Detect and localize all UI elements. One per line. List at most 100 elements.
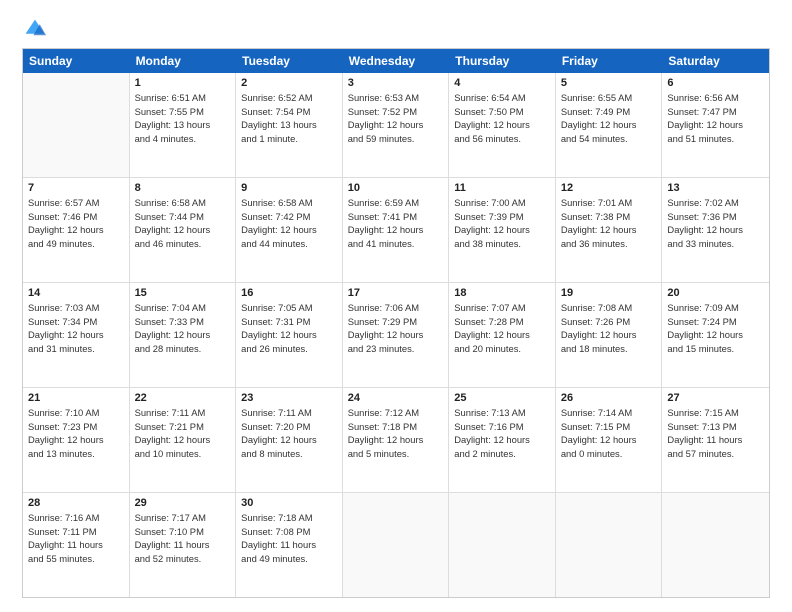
cell-line: Daylight: 11 hours — [241, 538, 337, 552]
day-number: 30 — [241, 497, 337, 509]
cell-line: Sunset: 7:55 PM — [135, 105, 231, 119]
cell-line: Daylight: 12 hours — [561, 118, 657, 132]
cal-cell: 5 Sunrise: 6:55 AMSunset: 7:49 PMDaylight… — [556, 73, 663, 177]
cell-line: Sunset: 7:41 PM — [348, 210, 444, 224]
cal-cell: 19Sunrise: 7:08 AMSunset: 7:26 PMDayligh… — [556, 283, 663, 387]
cell-line: Sunrise: 7:03 AM — [28, 301, 124, 315]
cell-line: and 1 minute. — [241, 132, 337, 146]
day-number: 22 — [135, 392, 231, 404]
cell-line: Sunrise: 7:10 AM — [28, 406, 124, 420]
day-number: 11 — [454, 182, 550, 194]
cell-line: Daylight: 12 hours — [561, 433, 657, 447]
cell-line: Sunset: 7:28 PM — [454, 315, 550, 329]
header — [22, 18, 770, 40]
cell-line: Sunrise: 7:18 AM — [241, 511, 337, 525]
day-number: 15 — [135, 287, 231, 299]
cal-header-saturday: Saturday — [662, 49, 769, 73]
day-number: 25 — [454, 392, 550, 404]
cell-line: Sunrise: 6:55 AM — [561, 91, 657, 105]
cal-cell: 28Sunrise: 7:16 AMSunset: 7:11 PMDayligh… — [23, 493, 130, 597]
cal-week-3: 14Sunrise: 7:03 AMSunset: 7:34 PMDayligh… — [23, 283, 769, 388]
day-number: 16 — [241, 287, 337, 299]
cell-line: and 44 minutes. — [241, 237, 337, 251]
cell-line: and 56 minutes. — [454, 132, 550, 146]
cell-line: Daylight: 13 hours — [135, 118, 231, 132]
cell-line: Sunrise: 7:16 AM — [28, 511, 124, 525]
cal-cell — [449, 493, 556, 597]
cell-line: Sunrise: 6:54 AM — [454, 91, 550, 105]
cell-line: Sunrise: 7:00 AM — [454, 196, 550, 210]
cell-line: and 36 minutes. — [561, 237, 657, 251]
cell-line: Sunset: 7:44 PM — [135, 210, 231, 224]
cell-line: and 15 minutes. — [667, 342, 764, 356]
cell-line: Daylight: 12 hours — [561, 328, 657, 342]
cell-line: and 59 minutes. — [348, 132, 444, 146]
cell-line: Sunset: 7:54 PM — [241, 105, 337, 119]
cell-line: and 4 minutes. — [135, 132, 231, 146]
day-number: 19 — [561, 287, 657, 299]
cell-line: Daylight: 12 hours — [135, 328, 231, 342]
cell-line: and 33 minutes. — [667, 237, 764, 251]
cell-line: Sunrise: 6:51 AM — [135, 91, 231, 105]
cal-header-tuesday: Tuesday — [236, 49, 343, 73]
cell-line: Sunset: 7:42 PM — [241, 210, 337, 224]
day-number: 24 — [348, 392, 444, 404]
cell-line: Sunset: 7:34 PM — [28, 315, 124, 329]
cal-header-friday: Friday — [556, 49, 663, 73]
cal-cell — [343, 493, 450, 597]
cell-line: Sunrise: 7:08 AM — [561, 301, 657, 315]
cell-line: and 38 minutes. — [454, 237, 550, 251]
cal-cell: 25Sunrise: 7:13 AMSunset: 7:16 PMDayligh… — [449, 388, 556, 492]
cell-line: Sunset: 7:49 PM — [561, 105, 657, 119]
day-number: 26 — [561, 392, 657, 404]
cell-line: Daylight: 12 hours — [667, 118, 764, 132]
logo — [22, 18, 46, 40]
cell-line: Daylight: 12 hours — [667, 328, 764, 342]
cal-cell: 6Sunrise: 6:56 AMSunset: 7:47 PMDaylight… — [662, 73, 769, 177]
cal-cell: 23Sunrise: 7:11 AMSunset: 7:20 PMDayligh… — [236, 388, 343, 492]
day-number: 1 — [135, 77, 231, 89]
day-number: 18 — [454, 287, 550, 299]
cell-line: and 10 minutes. — [135, 447, 231, 461]
cal-cell — [556, 493, 663, 597]
cell-line: Sunrise: 7:11 AM — [135, 406, 231, 420]
cell-line: Daylight: 12 hours — [28, 433, 124, 447]
cal-cell: 1 Sunrise: 6:51 AMSunset: 7:55 PMDaylight… — [130, 73, 237, 177]
cell-line: Daylight: 12 hours — [241, 328, 337, 342]
cell-line: and 2 minutes. — [454, 447, 550, 461]
cell-line: Sunrise: 7:07 AM — [454, 301, 550, 315]
cal-header-thursday: Thursday — [449, 49, 556, 73]
cell-line: and 13 minutes. — [28, 447, 124, 461]
cal-week-5: 28Sunrise: 7:16 AMSunset: 7:11 PMDayligh… — [23, 493, 769, 597]
day-number: 10 — [348, 182, 444, 194]
cal-cell: 14Sunrise: 7:03 AMSunset: 7:34 PMDayligh… — [23, 283, 130, 387]
cell-line: Sunrise: 7:11 AM — [241, 406, 337, 420]
cell-line: and 49 minutes. — [241, 552, 337, 566]
day-number: 12 — [561, 182, 657, 194]
cell-line: Sunrise: 7:17 AM — [135, 511, 231, 525]
cell-line: Daylight: 12 hours — [454, 223, 550, 237]
cal-cell — [662, 493, 769, 597]
cell-line: Sunrise: 7:13 AM — [454, 406, 550, 420]
cal-cell: 30Sunrise: 7:18 AMSunset: 7:08 PMDayligh… — [236, 493, 343, 597]
cal-cell: 22Sunrise: 7:11 AMSunset: 7:21 PMDayligh… — [130, 388, 237, 492]
cell-line: Sunset: 7:50 PM — [454, 105, 550, 119]
cell-line: Daylight: 12 hours — [28, 328, 124, 342]
cell-line: Sunset: 7:31 PM — [241, 315, 337, 329]
cell-line: Sunrise: 7:12 AM — [348, 406, 444, 420]
cal-cell — [23, 73, 130, 177]
cal-week-1: 1Sunrise: 6:51 AMSunset: 7:55 PMDaylight… — [23, 73, 769, 178]
cell-line: Sunset: 7:21 PM — [135, 420, 231, 434]
cell-line: Daylight: 12 hours — [454, 118, 550, 132]
day-number: 20 — [667, 287, 764, 299]
cell-line: Sunset: 7:39 PM — [454, 210, 550, 224]
day-number: 5 — [561, 77, 657, 89]
cal-cell: 10Sunrise: 6:59 AMSunset: 7:41 PMDayligh… — [343, 178, 450, 282]
cell-line: Sunset: 7:46 PM — [28, 210, 124, 224]
day-number: 3 — [348, 77, 444, 89]
cell-line: and 31 minutes. — [28, 342, 124, 356]
cal-cell: 2Sunrise: 6:52 AMSunset: 7:54 PMDaylight… — [236, 73, 343, 177]
cell-line: Sunset: 7:10 PM — [135, 525, 231, 539]
cal-cell: 17Sunrise: 7:06 AMSunset: 7:29 PMDayligh… — [343, 283, 450, 387]
day-number: 8 — [135, 182, 231, 194]
